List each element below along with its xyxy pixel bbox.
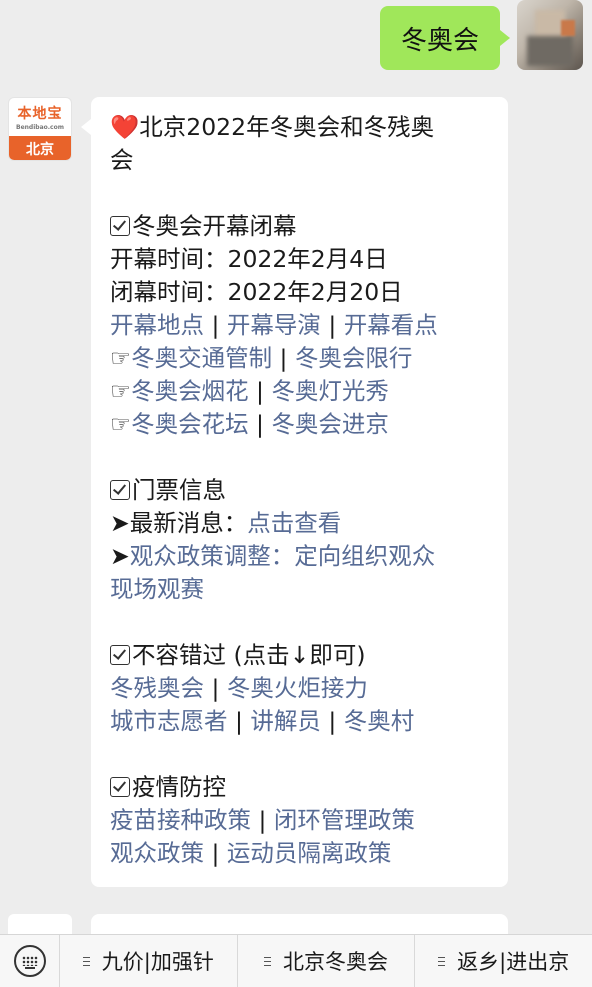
- link-traffic-restriction[interactable]: 冬奥会限行: [295, 344, 413, 372]
- link-flowerbed[interactable]: 冬奥会花坛: [131, 410, 249, 438]
- outgoing-message-text: 冬奥会: [400, 25, 479, 56]
- traffic-links-row: ☞冬奥交通管制 | 冬奥会限行: [110, 344, 413, 372]
- link-opening-director[interactable]: 开幕导演: [227, 311, 321, 339]
- closing-time: 闭幕时间：2022年2月20日: [110, 278, 403, 306]
- outgoing-message-bubble[interactable]: 冬奥会: [380, 6, 510, 70]
- menu-list-icon: [438, 956, 446, 967]
- checkbox-icon: [110, 216, 130, 236]
- link-opening-highlights[interactable]: 开幕看点: [344, 311, 438, 339]
- checkbox-icon: [110, 480, 130, 500]
- message-title-cont: 会: [110, 146, 134, 174]
- epidemic-links-row1: 疫苗接种政策 | 闭环管理政策: [110, 806, 415, 834]
- fireworks-links-row: ☞冬奥会烟花 | 冬奥灯光秀: [110, 377, 389, 405]
- flowerbed-links-row: ☞冬奥会花坛 | 冬奥会进京: [110, 410, 389, 438]
- menu-item-label: 九价|加强针: [101, 950, 214, 974]
- link-vaccine-policy[interactable]: 疫苗接种政策: [110, 806, 251, 834]
- account-logo-name: 本地宝: [17, 106, 63, 122]
- keyboard-icon: [13, 945, 46, 977]
- user-avatar[interactable]: [517, 0, 583, 70]
- keyboard-toggle-button[interactable]: [0, 934, 60, 987]
- link-closed-loop-policy[interactable]: 闭环管理政策: [274, 806, 415, 834]
- opening-links-row: 开幕地点 | 开幕导演 | 开幕看点: [110, 311, 438, 339]
- must-see-links-row2: 城市志愿者 | 讲解员 | 冬奥村: [110, 707, 415, 735]
- link-fireworks[interactable]: 冬奥会烟花: [131, 377, 249, 405]
- menu-list-icon: [82, 956, 90, 967]
- opening-time: 开幕时间：2022年2月4日: [110, 245, 388, 273]
- pointer-icon: ☞: [110, 344, 132, 372]
- policy-row: ➤观众政策调整：定向组织观众: [110, 540, 490, 573]
- arrow-icon: ➤: [110, 509, 130, 537]
- epidemic-links-row2: 观众政策 | 运动员隔离政策: [110, 839, 392, 867]
- latest-news-row: ➤最新消息：点击查看: [110, 507, 490, 540]
- pointer-icon: ☞: [110, 377, 132, 405]
- pointer-icon: ☞: [110, 410, 132, 438]
- section-heading-tickets: 门票信息: [110, 474, 490, 507]
- section-heading-must-see: 不容错过 (点击↓即可): [110, 639, 490, 672]
- link-torch-relay[interactable]: 冬奥火炬接力: [227, 674, 368, 702]
- account-logo-sub: Bendibao.com: [16, 124, 64, 131]
- link-audience-policy[interactable]: 观众政策: [110, 839, 204, 867]
- link-paralympics[interactable]: 冬残奥会: [110, 674, 204, 702]
- account-logo-city: 北京: [9, 136, 71, 160]
- bottom-menu-bar: 九价|加强针 北京冬奥会 返乡|进出京: [0, 934, 592, 987]
- menu-list-icon: [264, 956, 271, 967]
- section-heading-opening: 冬奥会开幕闭幕: [110, 210, 490, 243]
- next-message-avatar: [8, 914, 72, 934]
- menu-item-vaccine[interactable]: 九价|加强针: [60, 934, 238, 987]
- link-spectator-policy[interactable]: 观众政策调整：定向组织观众: [130, 542, 436, 570]
- menu-item-travel[interactable]: 返乡|进出京: [415, 935, 592, 987]
- arrow-icon: ➤: [110, 542, 130, 570]
- link-traffic-control[interactable]: 冬奥交通管制: [131, 344, 272, 372]
- section-heading-epidemic: 疫情防控: [110, 771, 490, 804]
- link-entering-beijing[interactable]: 冬奥会进京: [271, 410, 389, 438]
- link-olympic-village[interactable]: 冬奥村: [344, 707, 415, 735]
- link-light-show[interactable]: 冬奥灯光秀: [271, 377, 389, 405]
- incoming-message-bubble: ❤️北京2022年冬奥会和冬残奥 会 冬奥会开幕闭幕 开幕时间：2022年2月4…: [81, 97, 508, 887]
- account-avatar[interactable]: 本地宝 Bendibao.com 北京: [8, 97, 72, 161]
- link-click-view[interactable]: 点击查看: [247, 509, 341, 537]
- link-volunteers[interactable]: 城市志愿者: [110, 707, 228, 735]
- link-guides[interactable]: 讲解员: [250, 707, 321, 735]
- link-athlete-isolation-policy[interactable]: 运动员隔离政策: [227, 839, 392, 867]
- next-message-bubble: [91, 914, 508, 934]
- menu-item-label: 返乡|进出京: [457, 950, 570, 974]
- menu-item-label: 北京冬奥会: [283, 950, 388, 974]
- must-see-links-row1: 冬残奥会 | 冬奥火炬接力: [110, 674, 368, 702]
- link-spectator-policy-cont[interactable]: 现场观赛: [110, 573, 490, 606]
- checkbox-icon: [110, 645, 130, 665]
- latest-news-label: 最新消息：: [129, 509, 248, 537]
- menu-item-winter-olympics[interactable]: 北京冬奥会: [238, 934, 416, 987]
- message-title: ❤️北京2022年冬奥会和冬残奥: [110, 113, 435, 141]
- heart-icon: ❤️: [110, 113, 140, 141]
- checkbox-icon: [110, 777, 130, 797]
- account-logo: 本地宝 Bendibao.com: [9, 98, 71, 136]
- link-opening-venue[interactable]: 开幕地点: [110, 311, 204, 339]
